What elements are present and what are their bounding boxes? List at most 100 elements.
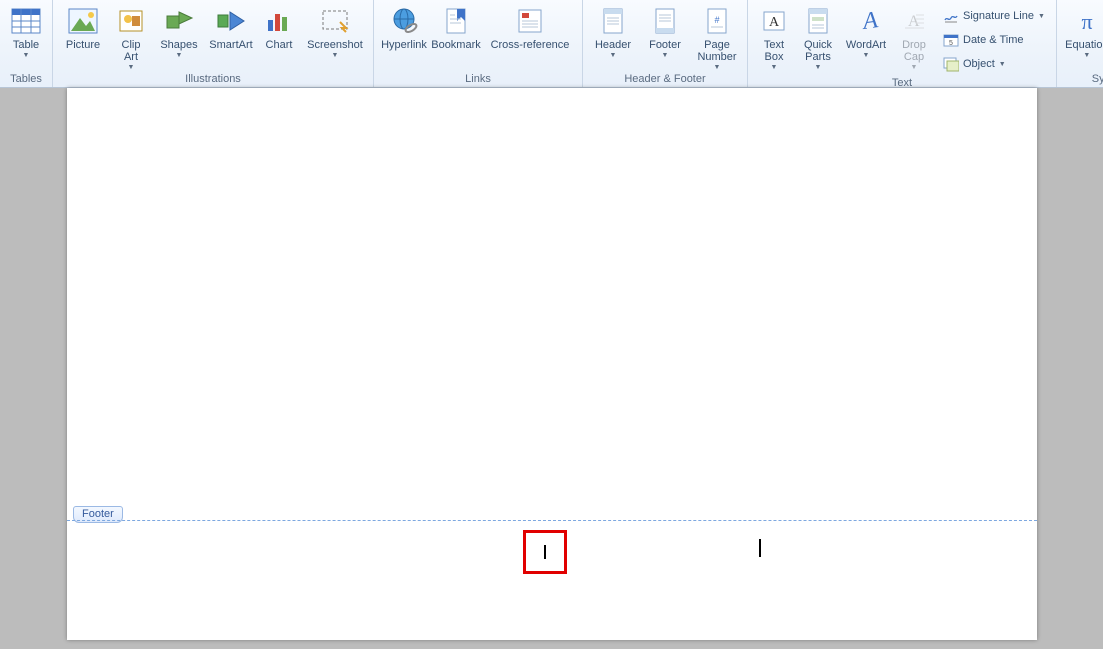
chevron-down-icon: ▼	[999, 61, 1006, 68]
chevron-down-icon: ▼	[610, 52, 617, 59]
datetime-icon: 5	[943, 32, 959, 48]
smartart-button[interactable]: SmartArt	[205, 2, 257, 52]
group-symbols: π Equation ▼ Ω Symbol ▼ Symbols	[1057, 0, 1103, 87]
quickparts-button[interactable]: Quick Parts ▼	[796, 2, 840, 72]
shapes-icon	[163, 5, 195, 37]
textbox-label: Text Box	[764, 39, 784, 63]
signature-icon	[943, 8, 959, 24]
textbox-icon: A	[758, 5, 790, 37]
pagenumber-icon: #	[701, 5, 733, 37]
chevron-down-icon: ▼	[863, 52, 870, 59]
table-button[interactable]: Table ▼	[4, 2, 48, 60]
dropcap-icon: A	[898, 5, 930, 37]
group-links: Hyperlink Bookmark	[374, 0, 583, 87]
bookmark-button[interactable]: Bookmark	[430, 2, 482, 52]
hyperlink-icon	[388, 5, 420, 37]
datetime-button[interactable]: 5 Date & Time	[938, 28, 1050, 52]
chevron-down-icon: ▼	[128, 64, 135, 71]
bookmark-icon	[440, 5, 472, 37]
object-label: Object	[963, 58, 995, 70]
header-button[interactable]: Header ▼	[587, 2, 639, 60]
table-label: Table	[13, 39, 39, 51]
group-tables: Table ▼ Tables	[0, 0, 53, 87]
smartart-icon	[215, 5, 247, 37]
chevron-down-icon: ▼	[23, 52, 30, 59]
svg-text:A: A	[769, 15, 780, 30]
document-workspace: Footer	[0, 88, 1103, 649]
screenshot-button[interactable]: Screenshot ▼	[301, 2, 369, 60]
group-headerfooter: Header ▼ Footer ▼	[583, 0, 748, 87]
signatureline-button[interactable]: Signature Line ▼	[938, 4, 1050, 28]
pagenumber-label: Page Number	[697, 39, 736, 63]
picture-button[interactable]: Picture	[57, 2, 109, 52]
smartart-label: SmartArt	[209, 39, 252, 51]
clipart-button[interactable]: Clip Art ▼	[109, 2, 153, 72]
chart-label: Chart	[266, 39, 293, 51]
chevron-down-icon: ▼	[911, 64, 918, 71]
crossref-icon	[514, 5, 546, 37]
chevron-down-icon: ▼	[771, 64, 778, 71]
footer-tab-label: Footer	[82, 508, 114, 520]
quickparts-icon	[802, 5, 834, 37]
picture-icon	[67, 5, 99, 37]
text-cursor	[759, 539, 761, 557]
object-button[interactable]: Object ▼	[938, 52, 1050, 76]
chevron-down-icon: ▼	[714, 64, 721, 71]
clipart-label: Clip Art	[122, 39, 141, 63]
screenshot-label: Screenshot	[307, 39, 363, 51]
chevron-down-icon: ▼	[662, 52, 669, 59]
group-links-title: Links	[378, 72, 578, 87]
text-small-buttons: Signature Line ▼ 5 Date & Time	[936, 2, 1052, 76]
textbox-button[interactable]: A Text Box ▼	[752, 2, 796, 72]
table-icon	[10, 5, 42, 37]
hyperlink-button[interactable]: Hyperlink	[378, 2, 430, 52]
equation-button[interactable]: π Equation ▼	[1061, 2, 1103, 60]
svg-text:5: 5	[949, 40, 953, 47]
bookmark-label: Bookmark	[431, 39, 481, 51]
svg-text:π: π	[1081, 9, 1092, 34]
svg-text:A: A	[859, 7, 879, 35]
footer-label: Footer	[649, 39, 681, 51]
shapes-button[interactable]: Shapes ▼	[153, 2, 205, 60]
hyperlink-label: Hyperlink	[381, 39, 427, 51]
dropcap-label: Drop Cap	[902, 39, 926, 63]
group-illustrations-title: Illustrations	[57, 72, 369, 87]
chevron-down-icon: ▼	[1038, 13, 1045, 20]
footer-button[interactable]: Footer ▼	[639, 2, 691, 60]
highlight-box	[523, 530, 567, 574]
chart-icon	[263, 5, 295, 37]
clipart-icon	[115, 5, 147, 37]
footer-divider	[67, 520, 1037, 521]
crossref-label: Cross-reference	[491, 39, 570, 51]
wordart-icon: A	[850, 5, 882, 37]
datetime-label: Date & Time	[963, 34, 1024, 46]
chart-button[interactable]: Chart	[257, 2, 301, 52]
equation-label: Equation	[1065, 39, 1103, 51]
pagenumber-button[interactable]: # Page Number ▼	[691, 2, 743, 72]
document-page[interactable]: Footer	[67, 88, 1037, 640]
quickparts-label: Quick Parts	[804, 39, 832, 63]
group-symbols-title: Symbols	[1061, 72, 1103, 87]
group-tables-title: Tables	[4, 72, 48, 87]
signatureline-label: Signature Line	[963, 10, 1034, 22]
screenshot-icon	[319, 5, 351, 37]
dropcap-button: A Drop Cap ▼	[892, 2, 936, 72]
shapes-label: Shapes	[160, 39, 197, 51]
group-headerfooter-title: Header & Footer	[587, 72, 743, 87]
chevron-down-icon: ▼	[332, 52, 339, 59]
svg-text:A: A	[908, 13, 920, 30]
chevron-down-icon: ▼	[815, 64, 822, 71]
chevron-down-icon: ▼	[1083, 52, 1090, 59]
wordart-label: WordArt	[846, 39, 886, 51]
crossref-button[interactable]: Cross-reference	[482, 2, 578, 52]
group-illustrations: Picture Clip Art ▼	[53, 0, 374, 87]
chevron-down-icon: ▼	[176, 52, 183, 59]
wordart-button[interactable]: A WordArt ▼	[840, 2, 892, 60]
svg-text:#: #	[714, 15, 719, 25]
header-icon	[597, 5, 629, 37]
pagenumber-mark	[544, 545, 546, 559]
equation-icon: π	[1071, 5, 1103, 37]
picture-label: Picture	[66, 39, 100, 51]
object-icon	[943, 56, 959, 72]
group-text: A Text Box ▼ Quick Parts ▼	[748, 0, 1057, 87]
